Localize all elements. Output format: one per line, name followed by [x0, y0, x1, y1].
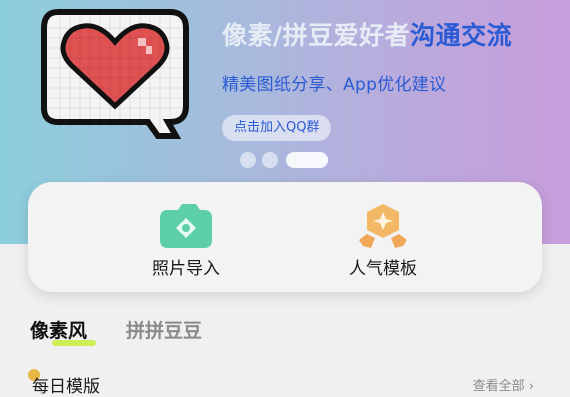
popular-templates-button[interactable]: 人气模板 — [303, 182, 463, 292]
tab-bead-art[interactable]: 拼拼豆豆 — [126, 316, 202, 343]
daily-templates-title: 每日模版 — [32, 377, 100, 397]
app-home-screen: 像素/拼豆爱好者沟通交流 精美图纸分享、App优化建议 点击加入QQ群 照片导入 — [0, 0, 570, 397]
view-all-link[interactable]: 查看全部 › — [473, 375, 534, 394]
banner-title: 像素/拼豆爱好者沟通交流 — [222, 16, 512, 52]
popular-templates-label: 人气模板 — [349, 259, 417, 279]
popular-template-medal-icon — [353, 202, 413, 250]
banner-title-part2: 沟通交流 — [410, 21, 513, 50]
chevron-right-icon: › — [528, 379, 534, 394]
join-qq-group-button[interactable]: 点击加入QQ群 — [222, 115, 332, 141]
carousel-dot-2[interactable] — [262, 152, 278, 168]
carousel-dot-1[interactable] — [240, 152, 256, 168]
photo-import-icon — [156, 202, 216, 250]
view-all-label: 查看全部 — [472, 379, 525, 394]
tab-pixel-style[interactable]: 像素风 — [30, 316, 87, 343]
pixel-heart-speech-bubble-icon — [40, 8, 190, 139]
carousel-dot-3-active[interactable] — [286, 152, 328, 168]
photo-import-label: 照片导入 — [152, 259, 220, 279]
banner-title-part1: 像素/拼豆爱好者 — [222, 21, 411, 50]
photo-import-button[interactable]: 照片导入 — [106, 182, 266, 292]
banner-subtitle: 精美图纸分享、App优化建议 — [222, 75, 447, 95]
quick-actions-card: 照片导入 人气模板 — [28, 182, 542, 292]
